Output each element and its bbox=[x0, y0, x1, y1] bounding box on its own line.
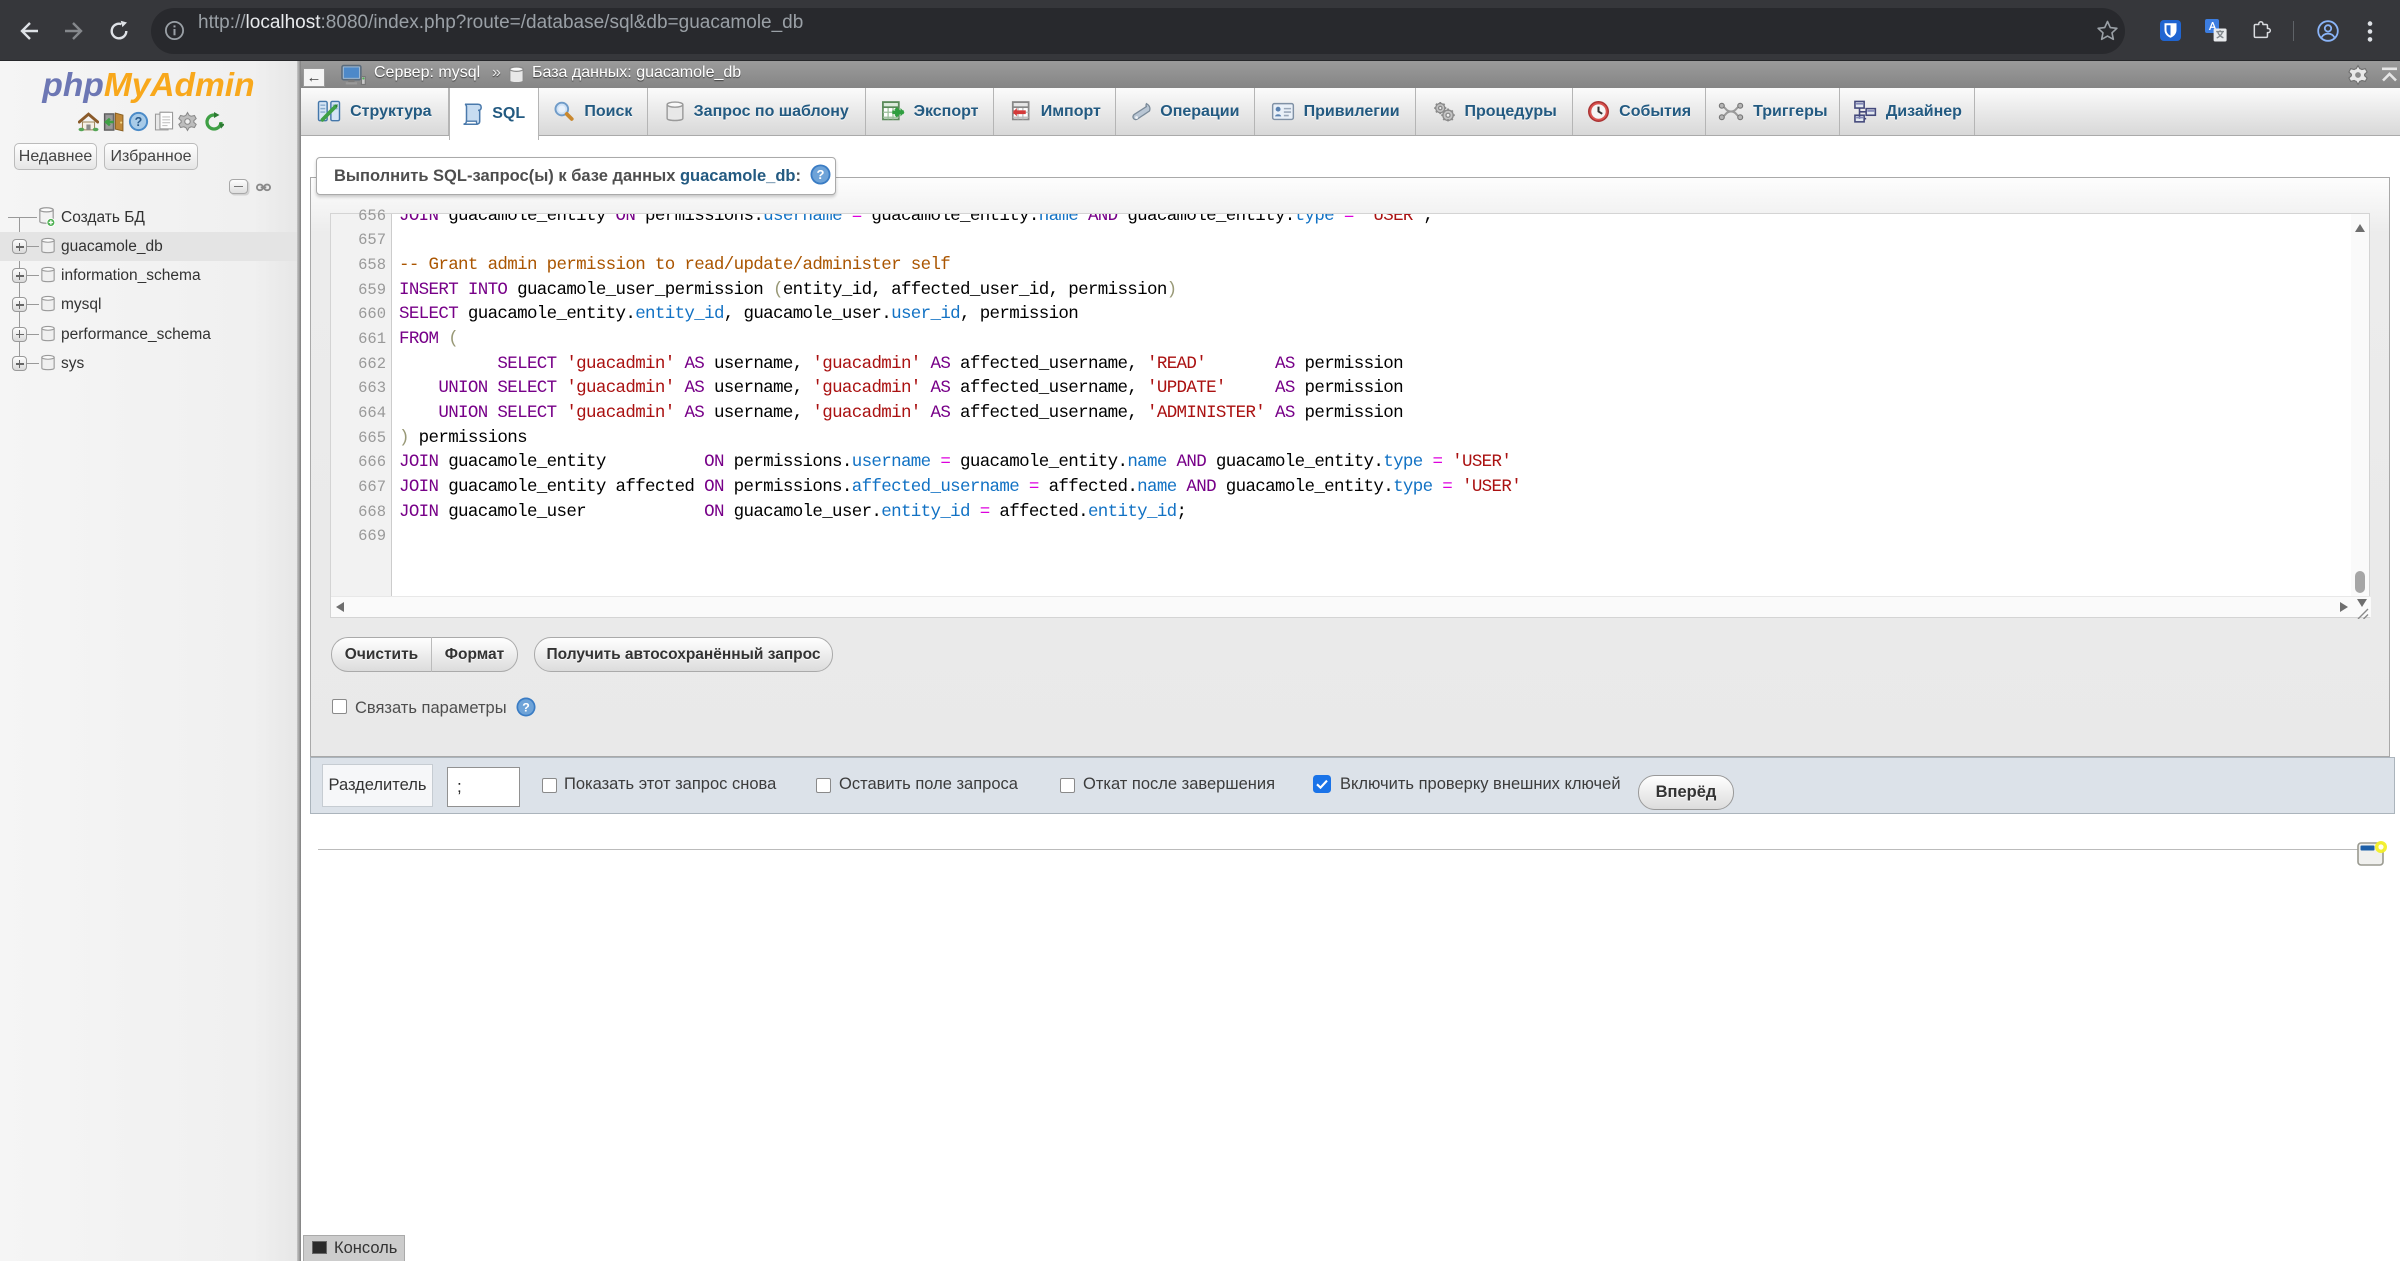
svg-text:?: ? bbox=[817, 167, 825, 182]
svg-text:?: ? bbox=[135, 115, 143, 129]
svg-text:?: ? bbox=[522, 700, 530, 714]
